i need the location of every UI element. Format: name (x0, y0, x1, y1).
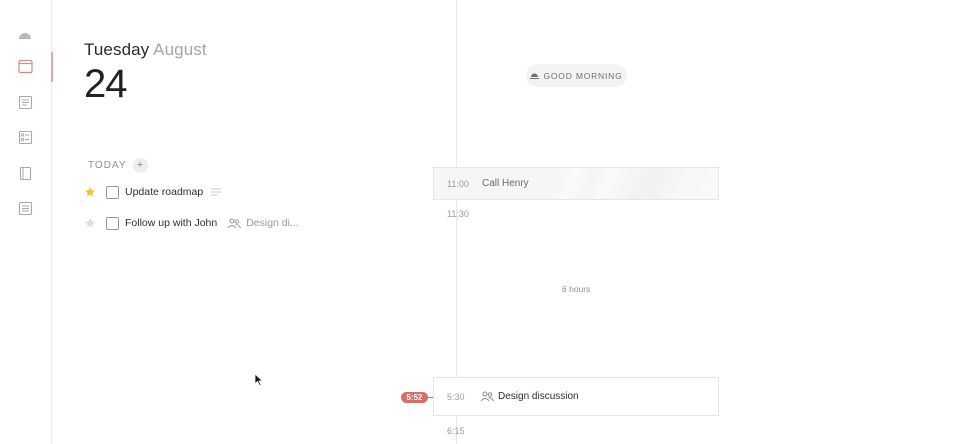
free-time-label: 6 hours (562, 284, 591, 294)
linked-event-title: Design di... (246, 217, 299, 229)
task-item: Follow up with John Design di... (84, 214, 299, 232)
task-title[interactable]: Follow up with John (125, 217, 217, 229)
weekday-label: Tuesday (84, 40, 150, 59)
weather-icon[interactable] (17, 27, 33, 43)
people-icon (480, 391, 494, 402)
calendar-day-icon[interactable] (17, 58, 33, 74)
task-item: Update roadmap (84, 183, 222, 201)
note-icon[interactable] (211, 188, 222, 196)
event-time: 5:30 (447, 391, 465, 402)
today-section-header: TODAY + (88, 158, 148, 173)
task-checkbox[interactable] (106, 216, 119, 230)
people-icon (227, 218, 242, 229)
task-title[interactable]: Update roadmap (125, 186, 203, 198)
greeting-text: GOOD MORNING (543, 70, 623, 81)
event-title: Call Henry (482, 178, 529, 189)
day-number: 24 (84, 62, 127, 106)
checklist-icon[interactable] (17, 129, 33, 145)
event-time: 11:00 (447, 178, 469, 189)
greeting-pill: GOOD MORNING (526, 64, 627, 87)
today-label: TODAY (88, 160, 127, 171)
month-label: August (153, 40, 207, 59)
star-icon[interactable] (84, 185, 98, 199)
date-header: Tuesday August 24 (84, 40, 207, 104)
notebook-icon[interactable] (17, 165, 33, 181)
time-mark: 11:30 (447, 209, 469, 219)
document-icon[interactable] (17, 200, 33, 216)
active-nav-indicator (51, 52, 53, 82)
task-checkbox[interactable] (106, 185, 119, 199)
notes-icon[interactable] (17, 94, 33, 110)
star-icon[interactable] (84, 216, 98, 230)
timeline-event[interactable]: 5:30 Design discussion (433, 377, 719, 416)
sidebar (0, 0, 52, 444)
current-time-badge: 5:52 (401, 392, 428, 403)
date-line: Tuesday August (84, 40, 207, 60)
timeline-event[interactable]: 11:00 Call Henry (433, 167, 719, 200)
event-title: Design discussion (498, 391, 579, 402)
time-mark: 6:15 (447, 426, 465, 436)
sunrise-icon (530, 72, 540, 79)
linked-event[interactable]: Design di... (227, 217, 299, 229)
add-task-button[interactable]: + (132, 158, 148, 173)
mouse-cursor-icon (254, 373, 264, 391)
